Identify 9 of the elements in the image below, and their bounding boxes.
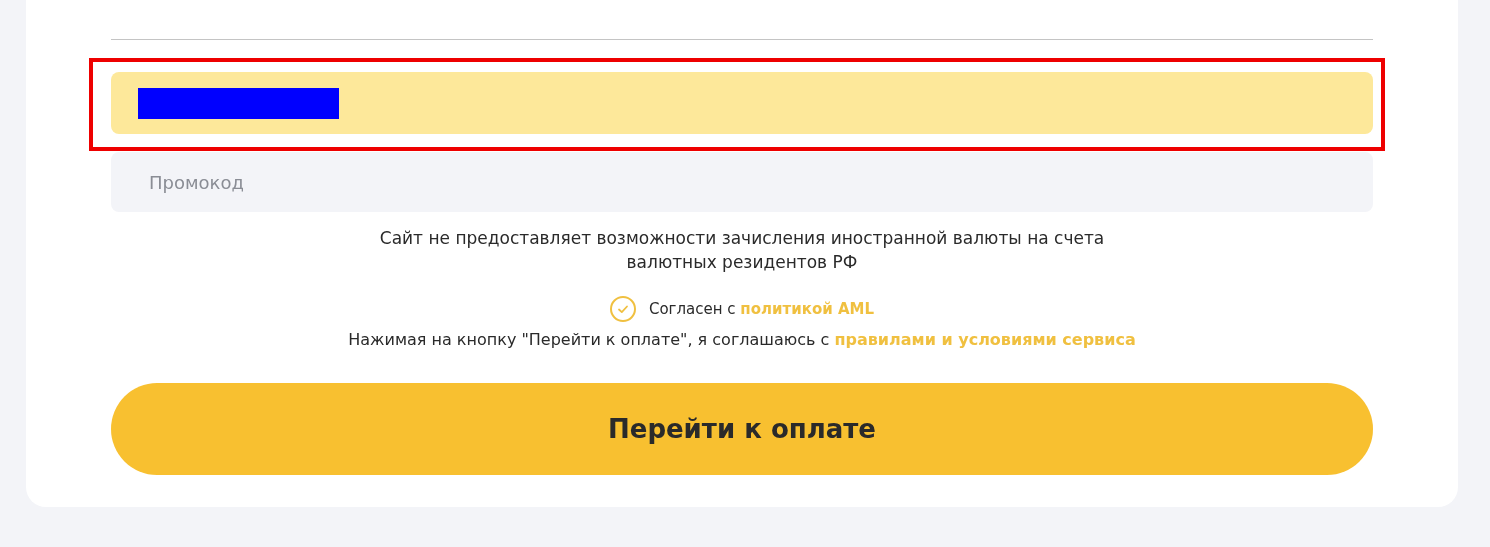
notice-text: Сайт не предоставляет возможности зачисления иностранной валюты на счета валютных резидентов РФ: [378, 227, 1106, 274]
aml-policy-link[interactable]: политикой AML: [740, 300, 875, 318]
wallet-field[interactable]: [111, 72, 1373, 134]
checkbox[interactable]: [609, 296, 636, 322]
agreement-text: Согласен с политикой AML: [648, 300, 875, 318]
terms-link[interactable]: правилами и условиями сервиса: [834, 330, 1136, 349]
pay-button[interactable]: Перейти к оплате: [111, 383, 1373, 475]
terms-text: Нажимая на кнопку "Перейти к оплате", я соглашаюсь с правилами и условиями сервиса: [347, 330, 1137, 349]
promo-code-field[interactable]: Промокод: [111, 152, 1373, 212]
